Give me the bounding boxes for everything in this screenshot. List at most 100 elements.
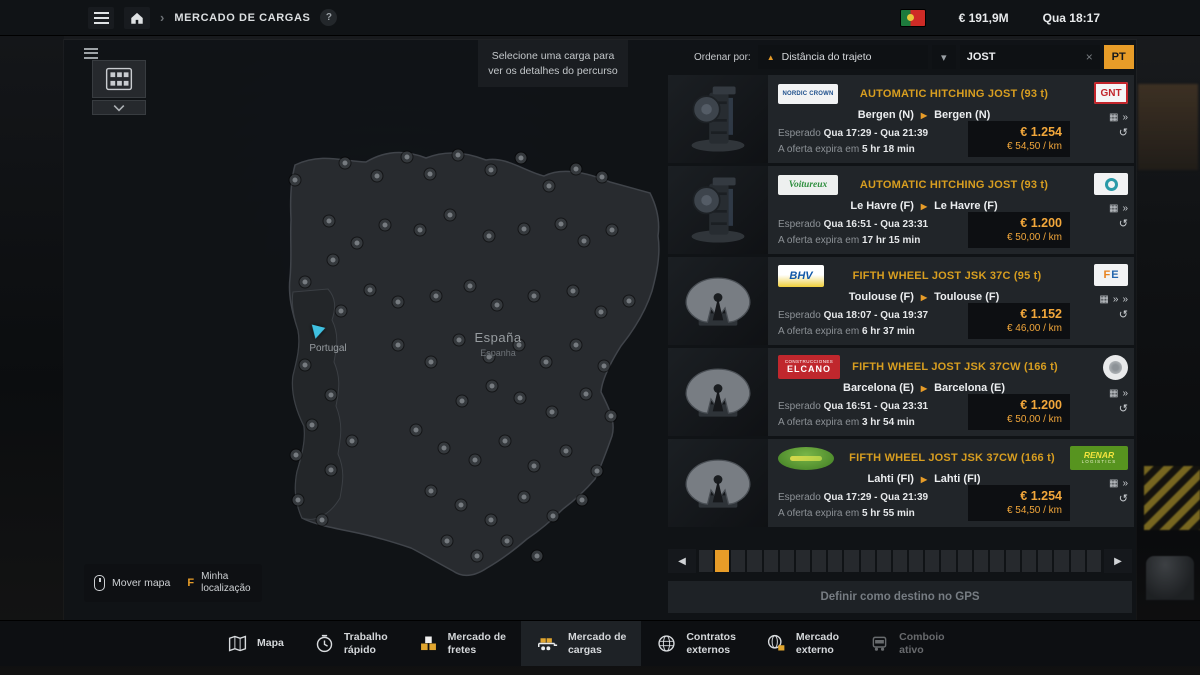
city-marker[interactable] [487, 381, 498, 392]
city-marker[interactable] [439, 443, 450, 454]
pager-right-button[interactable]: ▶ [1104, 549, 1132, 573]
pager-segment[interactable] [1071, 550, 1085, 572]
pager-segment[interactable] [780, 550, 794, 572]
city-marker[interactable] [431, 291, 442, 302]
clear-search-icon[interactable]: × [1086, 50, 1093, 64]
pager-segment[interactable] [1038, 550, 1052, 572]
map[interactable]: España Espanha Portugal Selecione uma ca… [64, 40, 664, 620]
pager-left-button[interactable]: ◀ [668, 549, 696, 573]
city-marker[interactable] [547, 407, 558, 418]
city-marker[interactable] [541, 357, 552, 368]
pager-segment[interactable] [1087, 550, 1101, 572]
city-marker[interactable] [326, 465, 337, 476]
city-marker[interactable] [516, 153, 527, 164]
nav-active-convoy-tab[interactable]: Comboioativo [854, 621, 960, 666]
city-marker[interactable] [624, 296, 635, 307]
set-gps-destination-button[interactable]: Definir como destino no GPS [668, 581, 1132, 613]
pager-segment[interactable] [958, 550, 972, 572]
nav-freight-market-tab[interactable]: Mercado defretes [403, 621, 521, 666]
pager-segment[interactable] [893, 550, 907, 572]
pager-segment[interactable] [796, 550, 810, 572]
city-marker[interactable] [347, 436, 358, 447]
nav-external-contracts-tab[interactable]: Contratosexternos [641, 621, 751, 666]
nav-external-market-tab[interactable]: Mercadoexterno [751, 621, 854, 666]
city-marker[interactable] [486, 165, 497, 176]
pager-segment[interactable] [844, 550, 858, 572]
pager-segment[interactable] [877, 550, 891, 572]
city-marker[interactable] [393, 340, 404, 351]
city-marker[interactable] [470, 455, 481, 466]
city-marker[interactable] [340, 158, 351, 169]
city-marker[interactable] [492, 300, 503, 311]
city-marker[interactable] [291, 450, 302, 461]
city-marker[interactable] [596, 307, 607, 318]
nav-map-tab[interactable]: Mapa [212, 621, 299, 666]
city-marker[interactable] [502, 536, 513, 547]
city-marker[interactable] [529, 291, 540, 302]
help-button[interactable]: ? [320, 9, 337, 26]
city-marker[interactable] [577, 495, 588, 506]
city-marker[interactable] [300, 360, 311, 371]
map-list-toggle-button[interactable] [84, 45, 104, 61]
city-marker[interactable] [445, 210, 456, 221]
cargo-offer-card[interactable]: BHV FIFTH WHEEL JOST JSK 37C (95 t) Toul… [668, 257, 1134, 345]
pager-segment[interactable] [699, 550, 713, 572]
city-marker[interactable] [293, 495, 304, 506]
city-marker[interactable] [532, 551, 543, 562]
cargo-offer-card[interactable]: Voitureux AUTOMATIC HITCHING JOST (93 t)… [668, 166, 1134, 254]
pager-segment[interactable] [909, 550, 923, 572]
city-marker[interactable] [568, 286, 579, 297]
city-marker[interactable] [426, 357, 437, 368]
trailer-selector-expand-button[interactable] [92, 100, 146, 115]
city-marker[interactable] [372, 171, 383, 182]
pager-segment[interactable] [941, 550, 955, 572]
city-marker[interactable] [484, 231, 495, 242]
pager-segment[interactable] [861, 550, 875, 572]
search-input[interactable] [967, 51, 1086, 63]
pager-segment[interactable] [812, 550, 826, 572]
nav-cargo-market-tab[interactable]: Mercado decargas [521, 621, 641, 666]
sort-direction-button[interactable]: ▾ [932, 45, 956, 69]
city-marker[interactable] [402, 152, 413, 163]
city-marker[interactable] [326, 390, 337, 401]
home-button[interactable] [124, 7, 150, 29]
city-marker[interactable] [426, 486, 437, 497]
pager-segment[interactable] [1022, 550, 1036, 572]
pager-segment[interactable] [974, 550, 988, 572]
city-marker[interactable] [607, 225, 618, 236]
city-marker[interactable] [453, 150, 464, 161]
cargo-offer-card[interactable]: FIFTH WHEEL JOST JSK 37CW (166 t) Lahti … [668, 439, 1134, 527]
city-marker[interactable] [579, 236, 590, 247]
city-marker[interactable] [336, 306, 347, 317]
city-marker[interactable] [599, 361, 610, 372]
pager-segment[interactable] [925, 550, 939, 572]
city-marker[interactable] [465, 281, 476, 292]
pager-segment[interactable] [764, 550, 778, 572]
trailer-selector-button[interactable] [92, 60, 146, 98]
city-marker[interactable] [290, 175, 301, 186]
pager-segment[interactable] [1054, 550, 1068, 572]
pager-segment[interactable] [828, 550, 842, 572]
city-marker[interactable] [500, 436, 511, 447]
city-marker[interactable] [317, 515, 328, 526]
city-marker[interactable] [548, 511, 559, 522]
pager-segment[interactable] [747, 550, 761, 572]
city-marker[interactable] [352, 238, 363, 249]
search-box[interactable]: × [960, 45, 1100, 69]
city-marker[interactable] [328, 255, 339, 266]
city-marker[interactable] [425, 169, 436, 180]
city-marker[interactable] [571, 340, 582, 351]
city-marker[interactable] [561, 446, 572, 457]
cargo-offer-card[interactable]: NORDIC CROWN AUTOMATIC HITCHING JOST (93… [668, 75, 1134, 163]
pager-segment[interactable] [1006, 550, 1020, 572]
menu-button[interactable] [88, 7, 114, 29]
city-marker[interactable] [457, 396, 468, 407]
city-marker[interactable] [529, 461, 540, 472]
city-marker[interactable] [300, 277, 311, 288]
city-marker[interactable] [456, 500, 467, 511]
city-marker[interactable] [411, 425, 422, 436]
city-marker[interactable] [472, 551, 483, 562]
city-marker[interactable] [442, 536, 453, 547]
city-marker[interactable] [515, 393, 526, 404]
pager-segment[interactable] [731, 550, 745, 572]
